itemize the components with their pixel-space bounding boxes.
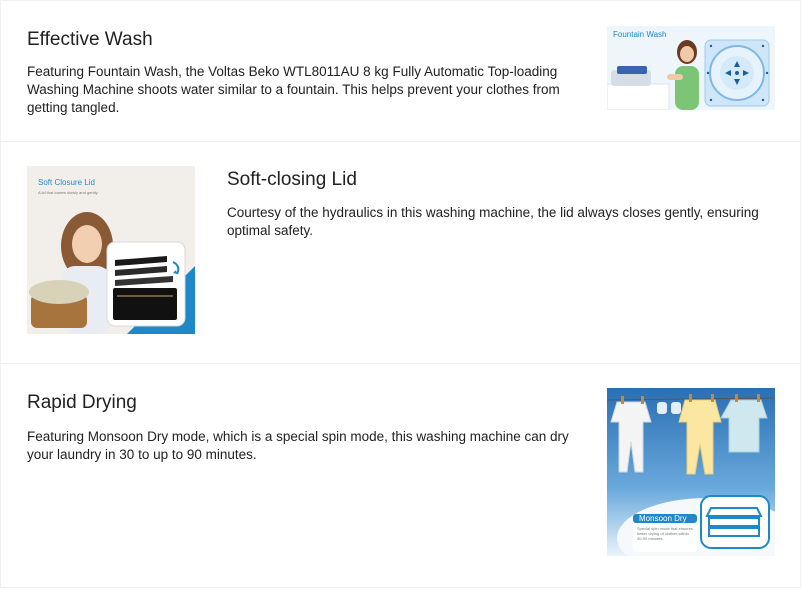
feature-description: Featuring Monsoon Dry mode, which is a s… bbox=[27, 429, 569, 462]
image-caption-title: Monsoon Dry bbox=[639, 514, 687, 523]
feature-description: Courtesy of the hydraulics in this washi… bbox=[227, 205, 759, 238]
image-caption-subtitle: A lid that lowers slowly and gently bbox=[38, 190, 98, 195]
soft-closure-lid-image: Soft Closure Lid A lid that lowers slowl… bbox=[27, 166, 195, 334]
image-caption-title: Soft Closure Lid bbox=[38, 178, 95, 187]
monsoon-dry-image: Monsoon Dry Special spin mode that ensur… bbox=[607, 388, 775, 556]
feature-title: Effective Wash bbox=[27, 29, 153, 50]
fountain-wash-image: Fountain Wash bbox=[607, 26, 775, 110]
feature-rapid-drying: Rapid Drying Featuring Monsoon Dry mode,… bbox=[1, 363, 800, 585]
feature-soft-closing-lid: Soft Closure Lid A lid that lowers slowl… bbox=[1, 141, 800, 363]
feature-effective-wash: Effective Wash Featuring Fountain Wash, … bbox=[1, 0, 800, 141]
image-caption-subtitle: Special spin mode that ensures better dr… bbox=[637, 526, 693, 541]
feature-title: Rapid Drying bbox=[27, 392, 137, 413]
feature-description: Featuring Fountain Wash, the Voltas Beko… bbox=[27, 64, 560, 115]
image-caption-title: Fountain Wash bbox=[613, 30, 667, 39]
feature-title: Soft-closing Lid bbox=[227, 169, 357, 190]
feature-list: Effective Wash Featuring Fountain Wash, … bbox=[0, 0, 801, 588]
